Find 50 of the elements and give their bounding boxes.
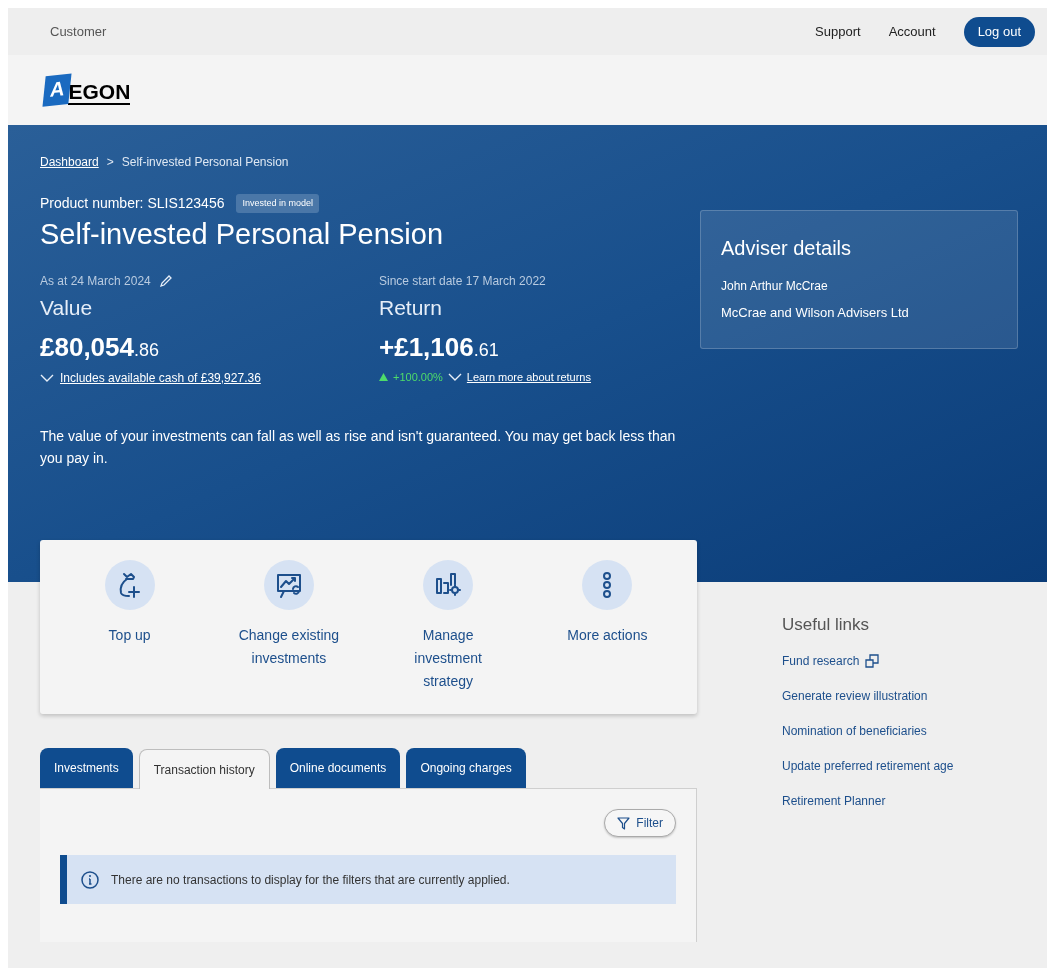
breadcrumb-current: Self-invested Personal Pension [121,154,289,171]
chevron-down-icon [40,372,54,383]
chevron-down-icon [447,372,462,382]
more-vertical-icon [602,571,613,599]
breadcrumb-link[interactable]: Dashboard [40,153,99,171]
nav-link[interactable]: Support [815,21,861,42]
risk-disclaimer: The value of your investments can fall as well as rise and isn't guaranteed. You may get back less than you pay in. [40,426,677,468]
return-amount: +£1,106.61 [379,330,500,364]
tab[interactable]: Online documents [275,748,401,788]
nav-link[interactable]: Account [888,21,936,42]
returns-info-link[interactable]: Learn more about returns [466,368,591,386]
action-button[interactable]: Change existing investments [209,560,369,670]
action-button[interactable]: Manage investment strategy [368,560,528,693]
tab[interactable]: Ongoing charges [406,748,526,788]
section-label: Customer [50,22,107,41]
chart-board-icon [274,571,303,599]
useful-link[interactable]: Fund research [782,649,880,673]
useful-link[interactable]: Generate review illustration [782,684,928,708]
useful-links-title: Useful links [782,614,870,636]
tab[interactable]: Investments [40,748,133,788]
external-link-icon [865,654,880,668]
pencil-icon[interactable] [158,274,173,289]
return-change: +100.00% [393,369,443,385]
product-number: Product number: SLIS123456 [40,194,225,213]
bars-gear-icon [434,571,463,599]
adviser-company: McCrae and Wilson Advisers Ltd [721,304,910,322]
action-button[interactable]: More actions [527,560,687,647]
useful-link[interactable]: Update preferred retirement age [782,754,954,778]
filter-icon [617,816,631,830]
notice-text: There are no transactions to display for the filters that are currently applied. [111,871,510,889]
info-icon [81,870,99,889]
value-label: Value [40,295,94,322]
status-badge: Invested in model [236,193,319,214]
breadcrumb-separator: > [106,154,114,171]
logout-button[interactable]: Log out [963,16,1035,47]
value-date: As at 24 March 2024 [40,273,151,291]
tab[interactable]: Transaction history [138,749,270,789]
cash-details-link[interactable]: Includes available cash of £39,927.36 [60,368,261,387]
logo-wordmark[interactable]: EGON [68,81,131,105]
filter-button[interactable]: Filter [604,809,676,837]
useful-link[interactable]: Nomination of beneficiaries [782,719,927,743]
page-title: Self-invested Personal Pension [40,217,444,252]
triangle-up-icon [379,373,388,381]
action-button[interactable]: Top up [50,560,210,647]
adviser-title: Adviser details [721,236,853,261]
value-amount: £80,054.86 [40,330,160,364]
return-date: Since start date 17 March 2022 [379,273,547,291]
adviser-name: John Arthur McCrae [721,278,829,295]
return-label: Return [379,295,444,322]
useful-link[interactable]: Retirement Planner [782,789,886,813]
